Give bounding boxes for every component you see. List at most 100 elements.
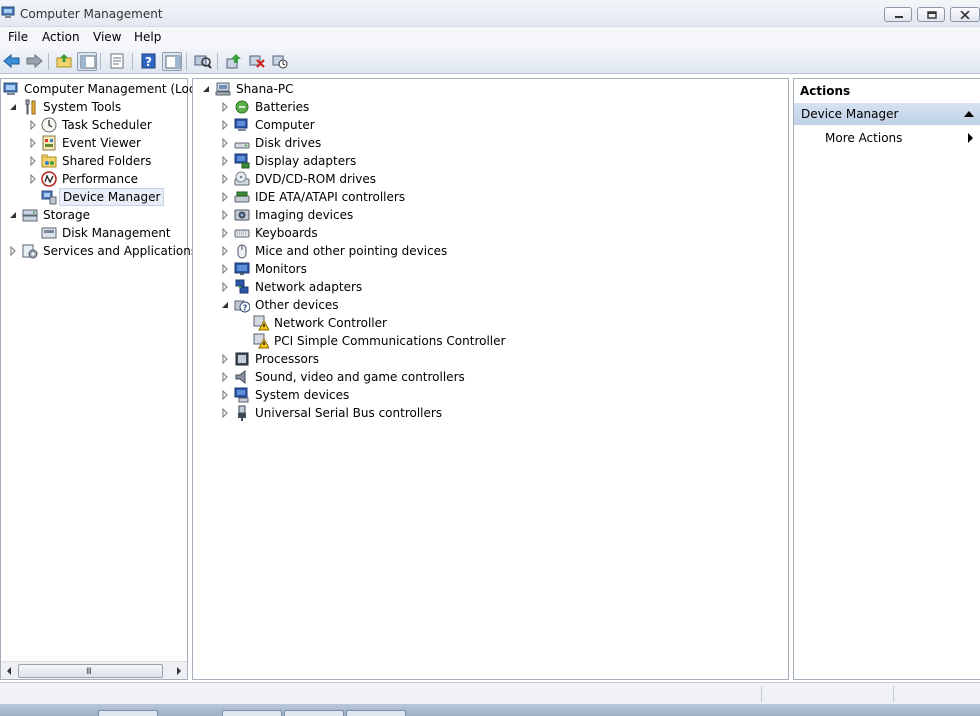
- device-category-row[interactable]: Monitors: [193, 260, 783, 278]
- minimize-button[interactable]: [884, 7, 912, 22]
- monitor-icon: [234, 262, 250, 275]
- tree-item-computer-management[interactable]: Computer Management (Local: [1, 80, 206, 98]
- minimize-icon: [895, 16, 903, 18]
- tree-label-disk-management: Disk Management: [62, 226, 171, 240]
- device-category-row[interactable]: Computer: [193, 116, 783, 134]
- tree-item-task-scheduler[interactable]: Task Scheduler: [1, 116, 187, 134]
- disable-device-button[interactable]: [270, 52, 290, 71]
- scan-hardware-icon: [194, 55, 212, 69]
- scroll-left-icon[interactable]: [5, 666, 13, 676]
- warning-device-icon: [253, 315, 269, 331]
- disable-device-icon: [272, 55, 288, 69]
- up-one-level-button[interactable]: [54, 52, 74, 71]
- disk-management-icon: [41, 227, 57, 239]
- device-category-row[interactable]: Display adapters: [193, 152, 783, 170]
- expanded-arrow-icon: [10, 104, 16, 110]
- dvd-drive-icon: [234, 171, 250, 186]
- device-category-row[interactable]: Mice and other pointing devices: [193, 242, 783, 260]
- disk-drive-icon: [234, 142, 250, 149]
- tree-label-root: Computer Management (Local: [24, 82, 207, 96]
- collapse-up-icon[interactable]: [964, 111, 974, 117]
- tree-label-shared-folders: Shared Folders: [62, 154, 152, 168]
- taskbar-button[interactable]: [284, 710, 344, 716]
- restore-icon: [927, 11, 937, 19]
- device-category-row[interactable]: Network adapters: [193, 278, 783, 296]
- scrollbar-grip: III: [86, 667, 92, 677]
- tree-item-performance[interactable]: Performance: [1, 170, 187, 188]
- tree-item-services-applications[interactable]: Services and Applications: [1, 242, 197, 260]
- tree-label-storage: Storage: [43, 208, 90, 222]
- taskbar-button[interactable]: [346, 710, 406, 716]
- device-category-row[interactable]: DVD/CD-ROM drives: [193, 170, 783, 188]
- device-category-row[interactable]: Universal Serial Bus controllers: [193, 404, 783, 422]
- tree-item-device-manager[interactable]: Device Manager: [1, 188, 187, 206]
- show-hide-action-pane-icon: [165, 55, 181, 69]
- network-adapter-icon: [235, 279, 249, 294]
- collapsed-arrow-icon: [222, 137, 228, 149]
- scroll-right-icon[interactable]: [175, 666, 183, 676]
- update-driver-button[interactable]: [224, 52, 244, 71]
- device-category-row-other-devices[interactable]: ? Other devices: [193, 296, 783, 314]
- up-folder-icon: [56, 54, 72, 68]
- expanded-arrow-icon: [203, 86, 209, 92]
- device-category-row[interactable]: Imaging devices: [193, 206, 783, 224]
- device-category-row[interactable]: System devices: [193, 386, 783, 404]
- collapsed-arrow-icon: [222, 191, 228, 203]
- tree-item-shared-folders[interactable]: Shared Folders: [1, 152, 187, 170]
- ide-controller-icon: [234, 191, 250, 203]
- menu-action[interactable]: Action: [42, 30, 80, 44]
- close-button[interactable]: [950, 7, 980, 22]
- console-tree-pane[interactable]: Computer Management (Local System Tools …: [0, 78, 206, 680]
- forward-button[interactable]: [24, 52, 44, 71]
- device-category-label: Disk drives: [255, 136, 322, 150]
- svg-text:?: ?: [145, 55, 152, 69]
- shared-folder-icon: [41, 154, 57, 168]
- collapsed-arrow-icon: [30, 173, 36, 185]
- help-button[interactable]: ?: [139, 52, 159, 71]
- menu-help[interactable]: Help: [134, 30, 161, 44]
- actions-section-label: Device Manager: [801, 107, 899, 121]
- tree-item-disk-management[interactable]: Disk Management: [1, 224, 187, 242]
- device-category-row[interactable]: Disk drives: [193, 134, 783, 152]
- scrollbar-thumb[interactable]: III: [18, 664, 163, 678]
- device-category-row[interactable]: IDE ATA/ATAPI controllers: [193, 188, 783, 206]
- device-category-row[interactable]: Processors: [193, 350, 783, 368]
- device-item-row[interactable]: PCI Simple Communications Controller: [193, 332, 783, 350]
- show-hide-action-pane-button[interactable]: [162, 52, 182, 71]
- tree-item-event-viewer[interactable]: Event Viewer: [1, 134, 187, 152]
- collapsed-arrow-icon: [222, 227, 228, 239]
- device-category-row[interactable]: Keyboards: [193, 224, 783, 242]
- scan-hardware-button[interactable]: [193, 52, 213, 71]
- actions-section-device-manager[interactable]: Device Manager: [794, 103, 980, 125]
- menu-file[interactable]: File: [8, 30, 28, 44]
- storage-icon: [22, 209, 38, 222]
- collapsed-arrow-icon: [222, 263, 228, 275]
- collapsed-arrow-icon: [10, 245, 16, 257]
- taskbar-button[interactable]: [222, 710, 282, 716]
- tree-item-storage[interactable]: Storage: [1, 206, 187, 224]
- more-actions-item[interactable]: More Actions: [825, 129, 975, 147]
- collapsed-arrow-icon: [222, 281, 228, 293]
- device-root-computer[interactable]: Shana-PC: [193, 80, 783, 98]
- uninstall-button[interactable]: [247, 52, 267, 71]
- device-tree-pane[interactable]: Shana-PC Batteries Computer Disk drives …: [192, 78, 789, 680]
- help-icon: ?: [141, 53, 156, 69]
- clock-icon: [41, 117, 57, 133]
- device-category-row[interactable]: Batteries: [193, 98, 783, 116]
- device-item-row[interactable]: Network Controller: [193, 314, 783, 332]
- taskbar-button[interactable]: [98, 710, 158, 716]
- properties-button[interactable]: [107, 52, 127, 71]
- device-category-row[interactable]: Sound, video and game controllers: [193, 368, 783, 386]
- device-category-label: Network adapters: [255, 280, 363, 294]
- show-hide-console-tree-button[interactable]: [77, 52, 97, 71]
- tree-item-system-tools[interactable]: System Tools: [1, 98, 187, 116]
- submenu-arrow-icon: [968, 133, 973, 143]
- back-button[interactable]: [2, 52, 22, 71]
- collapsed-arrow-icon: [30, 119, 36, 131]
- tree-horizontal-scrollbar[interactable]: III: [1, 661, 187, 679]
- device-category-label: Processors: [255, 352, 320, 366]
- restore-button[interactable]: [917, 7, 945, 22]
- menu-view[interactable]: View: [93, 30, 121, 44]
- expanded-arrow-icon: [10, 212, 16, 218]
- tree-label-event-viewer: Event Viewer: [62, 136, 141, 150]
